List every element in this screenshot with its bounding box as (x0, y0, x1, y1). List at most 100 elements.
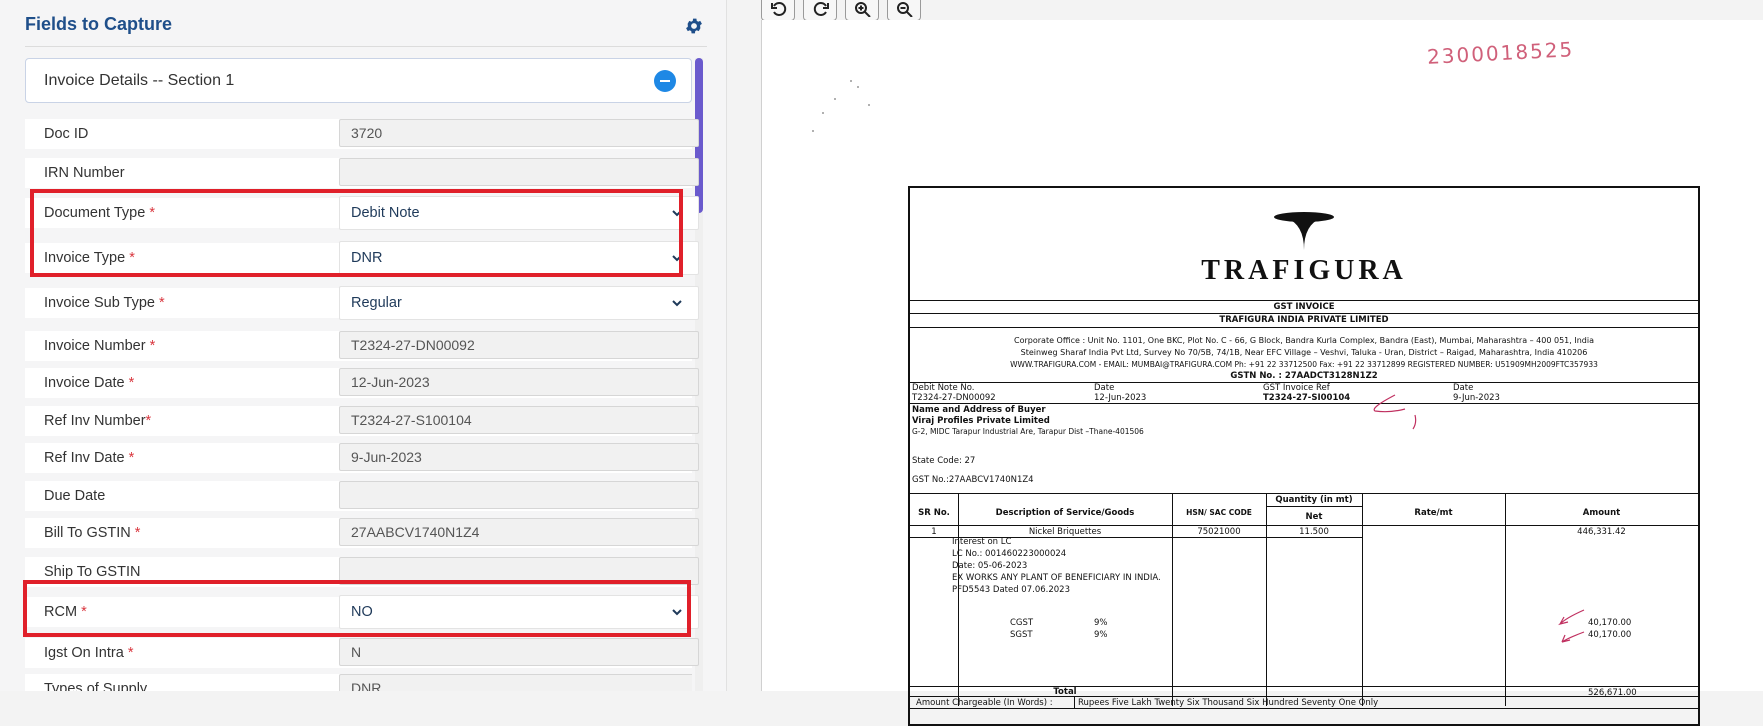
document-viewer: 2300018525 TRAFIGURA GST INVOICE TRAFIGU… (728, 0, 1763, 726)
zoom-out-icon (897, 2, 913, 17)
bill-to-gstin-input[interactable]: 27AABCV1740N1Z4 (339, 518, 699, 546)
sgst-amount: 40,170.00 (1588, 630, 1632, 640)
company-full-name: TRAFIGURA INDIA PRIVATE LIMITED (1219, 315, 1389, 325)
ref-inv-number-input[interactable]: T2324-27-S100104 (339, 406, 699, 434)
invoice-sub-type-select[interactable]: Regular (339, 286, 699, 320)
scan-speck (822, 112, 824, 114)
scan-speck (834, 98, 836, 100)
note-3: Date: 05-06-2023 (952, 561, 1028, 571)
rule (910, 493, 1698, 494)
note-5: PFD5543 Dated 07.06.2023 (952, 585, 1070, 595)
due-date-input[interactable] (339, 481, 699, 509)
invoice-number-input[interactable]: T2324-27-DN00092 (339, 331, 699, 359)
note-2: LC No.: 001460223000024 (952, 549, 1067, 559)
invoice-date-input[interactable]: 12-Jun-2023 (339, 368, 699, 396)
company-logo-text: TRAFIGURA (1201, 255, 1407, 286)
doc-id-input[interactable]: 3720 (339, 119, 699, 147)
field-irn-number: IRN Number (25, 158, 699, 188)
chevron-down-icon (672, 300, 682, 307)
field-label: Igst On Intra * (44, 645, 134, 661)
field-bill-to-gstin: Bill To GSTIN * 27AABCV1740N1Z4 (25, 518, 699, 548)
rule (910, 403, 1698, 404)
field-invoice-number: Invoice Number * T2324-27-DN00092 (25, 331, 699, 361)
field-invoice-sub-type: Invoice Sub Type * Regular (25, 286, 699, 320)
gear-icon[interactable] (684, 16, 704, 36)
buyer-address: G-2, MIDC Tarapur Industrial Are, Tarapu… (912, 427, 1144, 436)
handwritten-arrow-icon (1558, 609, 1585, 643)
company-logo-area: TRAFIGURA (910, 188, 1698, 300)
invoice-scan: TRAFIGURA GST INVOICE TRAFIGURA INDIA PR… (908, 186, 1700, 726)
cgst-amount: 40,170.00 (1588, 618, 1632, 628)
field-doc-id: Doc ID 3720 (25, 119, 699, 149)
rotate-right-icon (813, 2, 829, 16)
sgst-rate: 9% (1094, 630, 1108, 640)
types-of-supply-input[interactable]: DNR (339, 674, 692, 691)
field-due-date: Due Date (25, 481, 699, 511)
scan-speck (812, 130, 814, 132)
irn-number-input[interactable] (339, 158, 699, 186)
rotate-right-button[interactable] (803, 0, 837, 21)
field-ref-inv-date: Ref Inv Date * 9-Jun-2023 (25, 443, 699, 473)
handwritten-number: 2300018525 (1426, 37, 1575, 69)
row-sr: 1 (931, 527, 937, 537)
note-1: Interest on LC (952, 537, 1012, 547)
field-label: Invoice Number * (44, 338, 156, 354)
rule (910, 300, 1698, 301)
scan-speck (868, 104, 870, 106)
fields-panel: Fields to Capture Invoice Details -- Sec… (0, 0, 727, 691)
row-desc: Nickel Briquettes (1028, 527, 1102, 537)
note-4: EX WORKS ANY PLANT OF BENEFICIARY IN IND… (952, 573, 1161, 583)
rule (1266, 506, 1362, 507)
col-rate: Rate/mt (1414, 508, 1453, 518)
field-igst-on-intra: Igst On Intra * N (25, 638, 699, 668)
field-label: Invoice Date * (44, 375, 135, 391)
field-invoice-date: Invoice Date * 12-Jun-2023 (25, 368, 699, 398)
address-line-2: Steinweg Sharaf India Pvt Ltd, Survey No… (1020, 348, 1588, 357)
date-value: 12-Jun-2023 (1094, 393, 1147, 403)
panel-title: Fields to Capture (25, 14, 173, 34)
buyer-name: Viraj Profiles Private Limited (912, 416, 1050, 426)
words-label: Amount Chargeable (In Words) : (916, 698, 1053, 708)
cgst-label: CGST (1010, 618, 1034, 628)
zoom-out-button[interactable] (887, 0, 921, 21)
field-label: Due Date (44, 488, 106, 504)
col-desc: Description of Service/Goods (995, 508, 1135, 518)
cgst-rate: 9% (1094, 618, 1108, 628)
section-header-invoice-details[interactable]: Invoice Details -- Section 1 (25, 58, 692, 103)
debit-note-label: Debit Note No. (912, 383, 975, 393)
zoom-in-button[interactable] (845, 0, 879, 21)
igst-on-intra-input[interactable]: N (339, 638, 699, 666)
sgst-label: SGST (1010, 630, 1033, 640)
doc-heading: GST INVOICE (1273, 302, 1335, 312)
col-divider (1074, 696, 1075, 708)
field-label: Ref Inv Date * (44, 450, 135, 466)
field-label: Doc ID (44, 126, 89, 142)
row-amount: 446,331.42 (1577, 527, 1626, 537)
state-code: State Code: 27 (912, 456, 976, 466)
highlight-box-type-fields (30, 189, 683, 277)
row-hsn: 75021000 (1197, 527, 1241, 537)
gstn-line: GSTN No. : 27AADCT3128N1Z2 (1230, 371, 1378, 381)
highlight-box-rcm (23, 580, 691, 637)
ref-inv-date-input[interactable]: 9-Jun-2023 (339, 443, 699, 471)
field-label: IRN Number (44, 165, 125, 181)
collapse-section-button[interactable] (654, 70, 676, 92)
gst-ref-value: T2324-27-SI00104 (1263, 393, 1351, 403)
col-qty: Quantity (in mt) (1275, 495, 1353, 505)
field-label: Invoice Sub Type * (44, 295, 165, 311)
panel-header: Fields to Capture (0, 0, 727, 48)
zoom-in-icon (855, 2, 871, 17)
handwritten-tick-icon (1373, 394, 1417, 430)
section-title: Invoice Details -- Section 1 (44, 72, 235, 89)
col-hsn: HSN/ SAC CODE (1186, 508, 1252, 517)
buyer-label: Name and Address of Buyer (912, 405, 1046, 415)
row-qty: 11.500 (1299, 527, 1329, 537)
rotate-left-icon (771, 2, 787, 16)
scan-speck (857, 86, 859, 88)
scan-speck (850, 80, 852, 82)
rule (910, 313, 1698, 314)
rule (910, 696, 1698, 697)
rotate-left-button[interactable] (761, 0, 795, 21)
rule (910, 708, 1698, 709)
date-label: Date (1094, 383, 1115, 393)
